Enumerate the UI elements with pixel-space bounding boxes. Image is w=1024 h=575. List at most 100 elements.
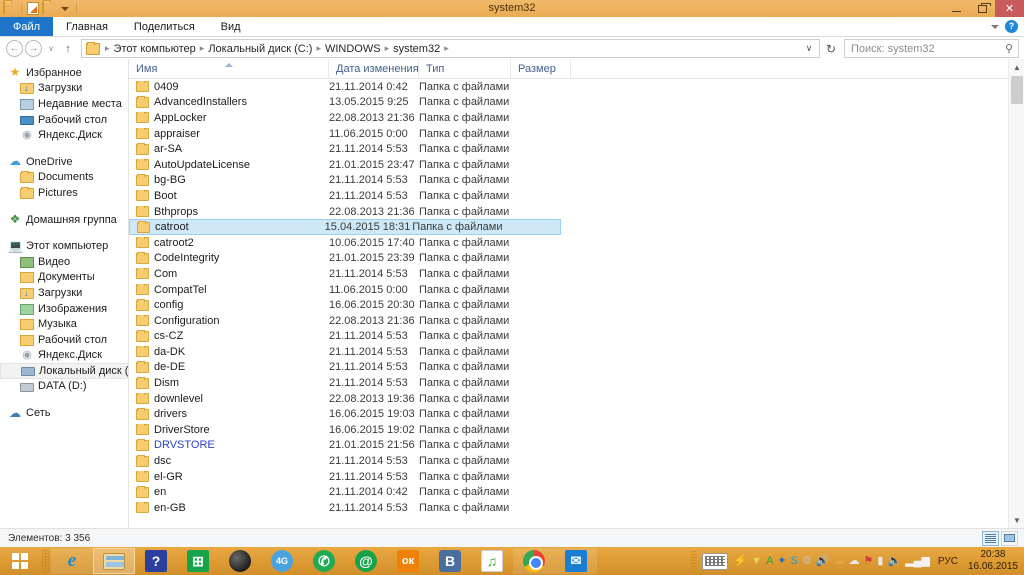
table-row[interactable]: el-GR 21.11.2014 5:53 Папка с файлами — [129, 469, 1024, 485]
table-row[interactable]: AppLocker 22.08.2013 21:36 Папка с файлами — [129, 110, 1024, 126]
table-row[interactable]: catroot 15.04.2015 18:31 Папка с файлами — [129, 219, 561, 235]
table-row[interactable]: ar-SA 21.11.2014 5:53 Папка с файлами — [129, 141, 1024, 157]
breadcrumb-separator-3[interactable]: ▸ — [383, 43, 392, 54]
taskbar-button-help-app[interactable]: ? — [135, 548, 177, 574]
sidebar-group-network[interactable]: ☁ Сеть — [0, 405, 128, 421]
tab-share[interactable]: Поделиться — [121, 17, 208, 36]
breadcrumb-separator-1[interactable]: ▸ — [198, 43, 207, 54]
help-icon[interactable]: ? — [1005, 20, 1018, 33]
utorrent-icon[interactable]: ▼ — [751, 554, 762, 568]
table-row[interactable]: config 16.06.2015 20:30 Папка с файлами — [129, 297, 1024, 313]
tray-grip[interactable] — [691, 551, 698, 571]
table-row[interactable]: downlevel 22.08.2013 19:36 Папка с файлами — [129, 391, 1024, 407]
sidebar-item-yandex-disk[interactable]: ◉ Яндекс.Диск — [0, 127, 128, 143]
breadcrumb-separator-4[interactable]: ▸ — [442, 43, 451, 54]
sidebar-item-documents[interactable]: Документы — [0, 270, 128, 286]
sidebar-item-music[interactable]: Музыка — [0, 316, 128, 332]
sidebar-item-data-d[interactable]: DATA (D:) — [0, 379, 128, 395]
language-indicator[interactable]: РУС — [935, 556, 961, 567]
details-view-icon[interactable] — [982, 530, 999, 546]
back-button[interactable]: ← — [6, 40, 23, 57]
table-row[interactable]: AutoUpdateLicense 21.01.2015 23:47 Папка с… — [129, 157, 1024, 173]
skype-icon[interactable]: S — [791, 554, 798, 568]
flash-player-icon[interactable]: ⚡ — [733, 554, 747, 568]
sidebar-item-video[interactable]: Видео — [0, 254, 128, 270]
taskbar-button-media-player[interactable] — [219, 548, 261, 574]
quick-access-toolbar[interactable] — [0, 1, 79, 15]
breadcrumb-item-system32[interactable]: system32 — [391, 43, 442, 55]
network-signal-icon[interactable]: ▂▄▆ — [905, 554, 930, 568]
table-row[interactable]: Boot 21.11.2014 5:53 Папка с файлами — [129, 188, 1024, 204]
table-row[interactable]: bg-BG 21.11.2014 5:53 Папка с файлами — [129, 173, 1024, 189]
column-header-size[interactable]: Размер — [511, 59, 571, 79]
on-screen-keyboard-icon[interactable] — [702, 552, 729, 570]
table-row[interactable]: CompatTel 11.06.2015 0:00 Папка с файлами — [129, 282, 1024, 298]
table-row[interactable]: en 21.11.2014 0:42 Папка с файлами — [129, 484, 1024, 500]
sidebar-item-desktop[interactable]: Рабочий стол — [0, 112, 128, 128]
sidebar-item-yandex-disk-pc[interactable]: ◉ Яндекс.Диск — [0, 348, 128, 364]
table-row[interactable]: DRVSTORE 21.01.2015 21:56 Папка с файлами — [129, 438, 1024, 454]
taskbar-grip[interactable] — [42, 550, 49, 572]
sidebar-item-documents-od[interactable]: Documents — [0, 170, 128, 186]
sidebar-item-pictures-od[interactable]: Pictures — [0, 185, 128, 201]
table-row[interactable]: Com 21.11.2014 5:53 Папка с файлами — [129, 266, 1024, 282]
tab-view[interactable]: Вид — [208, 17, 254, 36]
sidebar-item-pictures[interactable]: Изображения — [0, 301, 128, 317]
table-row[interactable]: drivers 16.06.2015 19:03 Папка с файлами — [129, 406, 1024, 422]
tab-home[interactable]: Главная — [53, 17, 121, 36]
sidebar-group-favorites[interactable]: ★ Избранное — [0, 65, 128, 81]
usb-icon[interactable]: ⚙ — [802, 554, 812, 568]
table-row[interactable]: cs-CZ 21.11.2014 5:53 Папка с файлами — [129, 329, 1024, 345]
scroll-thumb[interactable] — [1011, 76, 1023, 104]
avast-icon[interactable]: A — [766, 554, 773, 568]
start-button[interactable] — [0, 547, 40, 575]
qat-folder-icon[interactable] — [3, 1, 16, 15]
sidebar-item-recent-places[interactable]: Недавние места — [0, 96, 128, 112]
taskbar-button-whatsapp[interactable]: ✆ — [303, 548, 345, 574]
sidebar-group-homegroup[interactable]: ❖ Домашняя группа — [0, 212, 128, 228]
scroll-up-button[interactable]: ▲ — [1009, 59, 1024, 75]
taskbar-button-internet-explorer[interactable]: e — [51, 548, 93, 574]
sidebar-item-downloads[interactable]: Загрузки — [0, 81, 128, 97]
update-warning-icon[interactable]: ☁ — [834, 554, 845, 568]
breadcrumb-item-local-disk[interactable]: Локальный диск (C:) — [206, 43, 314, 55]
forward-button[interactable]: → — [25, 40, 42, 57]
minimize-button[interactable] — [943, 0, 969, 17]
refresh-icon[interactable]: ↻ — [822, 42, 840, 56]
vertical-scrollbar[interactable]: ▲ ▼ — [1008, 59, 1024, 528]
clock[interactable]: 20:38 16.06.2015 — [966, 549, 1018, 573]
sidebar-item-local-disk-c[interactable]: Локальный диск (C — [0, 363, 128, 379]
scroll-down-button[interactable]: ▼ — [1009, 512, 1024, 528]
chevron-down-icon[interactable] — [991, 24, 999, 29]
table-row[interactable]: 0409 21.11.2014 0:42 Папка с файлами — [129, 79, 1024, 95]
maximize-button[interactable] — [969, 0, 995, 17]
taskbar-button-google-chrome[interactable] — [513, 548, 555, 574]
table-row[interactable]: AdvancedInstallers 13.05.2015 9:25 Папка с… — [129, 95, 1024, 111]
volume-icon[interactable]: 🔈 — [887, 554, 901, 568]
close-button[interactable]: ✕ — [995, 0, 1024, 17]
table-row[interactable]: en-GB 21.11.2014 5:53 Папка с файлами — [129, 500, 1024, 516]
address-dropdown-icon[interactable]: ∨ — [801, 43, 817, 54]
qat-customize-caret-icon[interactable] — [58, 6, 71, 11]
security-alert-icon[interactable]: ⚑ — [864, 554, 874, 568]
qat-new-folder-icon[interactable] — [42, 1, 55, 15]
breadcrumb-item-this-pc[interactable]: Этот компьютер — [112, 43, 198, 55]
taskbar-button-mail-client[interactable]: ✉ — [555, 548, 597, 574]
sidebar-item-desktop-pc[interactable]: Рабочий стол — [0, 332, 128, 348]
table-row[interactable]: Dism 21.11.2014 5:53 Папка с файлами — [129, 375, 1024, 391]
taskbar-button-vkontakte[interactable]: B — [429, 548, 471, 574]
column-header-name[interactable]: Имя — [129, 59, 329, 79]
taskbar-button-mail-agent[interactable]: @ — [345, 548, 387, 574]
column-header-date[interactable]: Дата изменения — [329, 59, 419, 79]
table-row[interactable]: appraiser 11.06.2015 0:00 Папка с файлами — [129, 126, 1024, 142]
bluetooth-icon[interactable]: ✦ — [777, 554, 786, 568]
breadcrumb-separator-2[interactable]: ▸ — [314, 43, 323, 54]
tab-file[interactable]: Файл — [0, 17, 54, 36]
qat-properties-icon[interactable] — [27, 2, 39, 15]
taskbar-button-4g-modem[interactable]: 4G — [261, 548, 303, 574]
up-button[interactable]: ↑ — [60, 43, 76, 55]
table-row[interactable]: DriverStore 16.06.2015 19:02 Папка с файла… — [129, 422, 1024, 438]
battery-icon[interactable]: ▮ — [877, 554, 883, 568]
search-box[interactable]: Поиск: system32 ⚲ — [844, 39, 1019, 58]
taskbar-button-odnoklassniki[interactable]: ок — [387, 548, 429, 574]
